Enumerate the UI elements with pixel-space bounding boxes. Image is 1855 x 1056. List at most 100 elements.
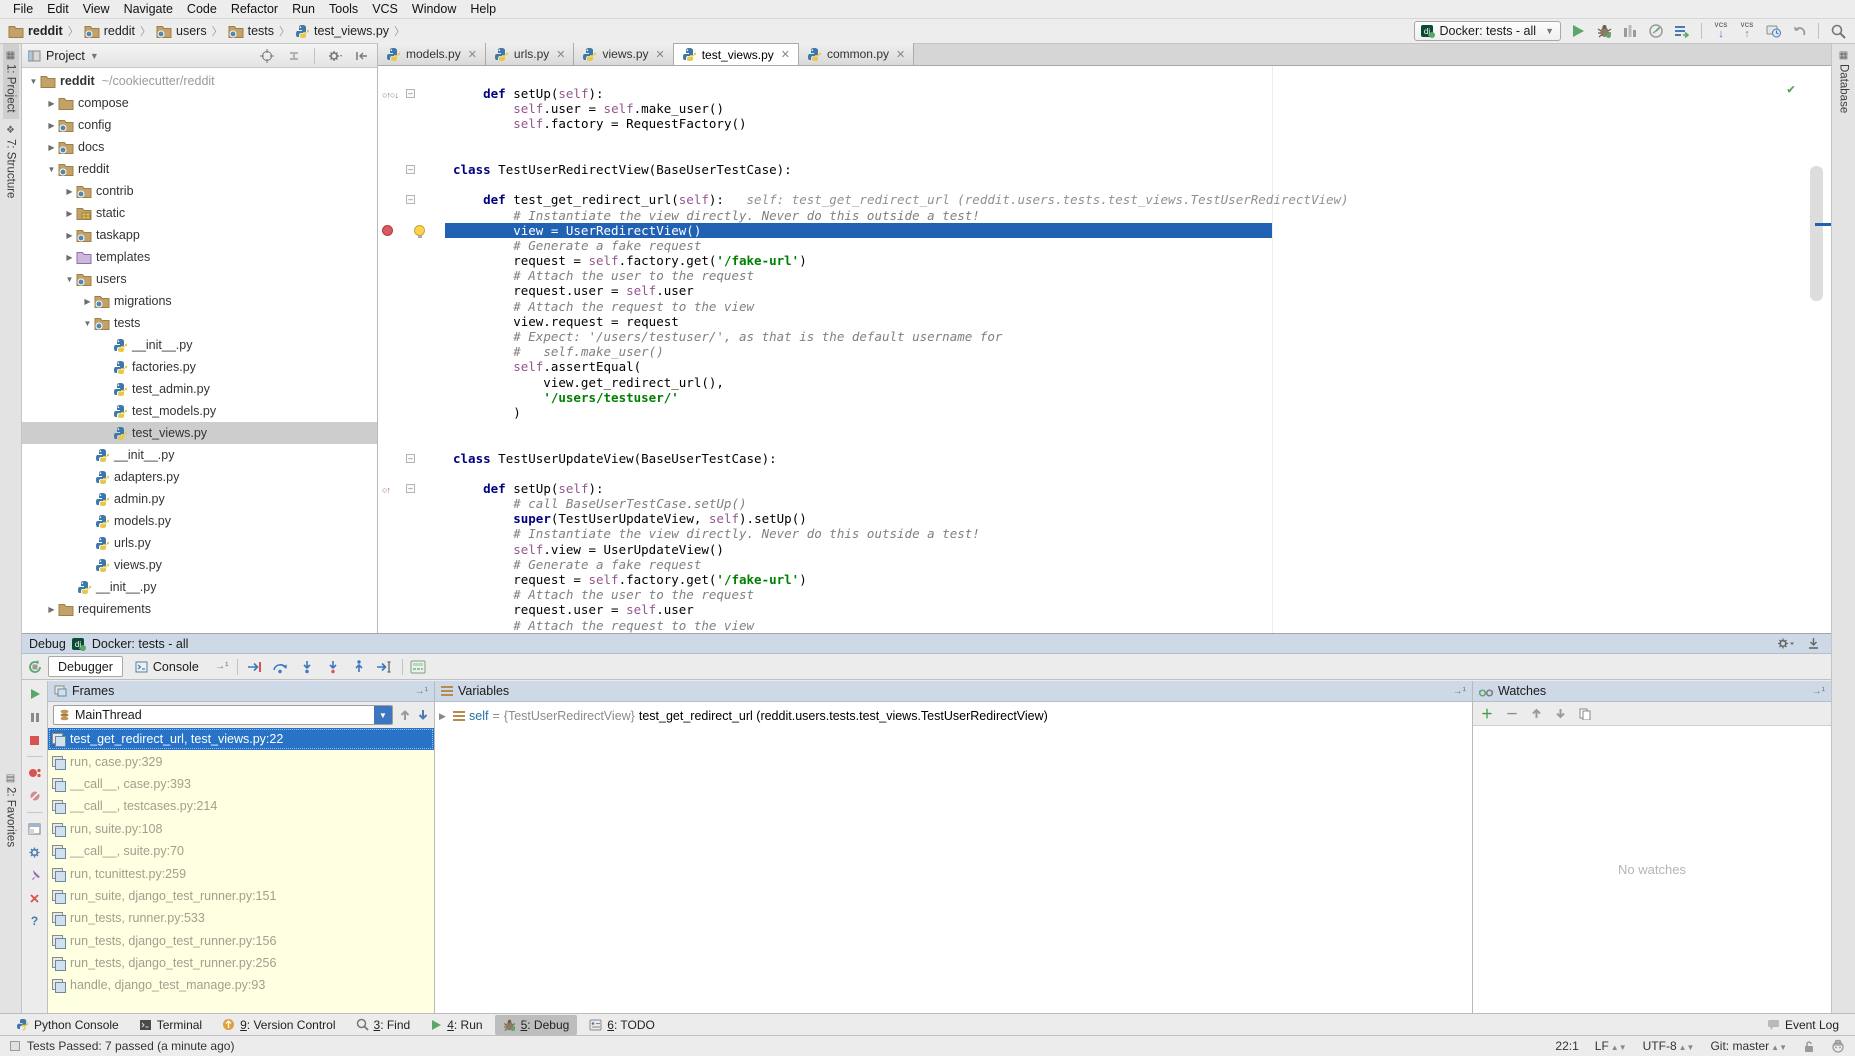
git-branch-select[interactable]: Git: master▲▼ — [1710, 1039, 1787, 1053]
tool-button-debug[interactable]: 5: Debug — [495, 1015, 578, 1035]
code-line[interactable]: self.factory = RequestFactory() — [378, 116, 1831, 131]
rerun-icon[interactable] — [26, 658, 44, 676]
code-line[interactable]: ○↑– def setUp(self): — [378, 481, 1831, 496]
code-line[interactable]: request.user = self.user — [378, 602, 1831, 617]
tree-item[interactable]: test_admin.py — [22, 378, 377, 400]
close-icon[interactable] — [27, 891, 43, 905]
editor-gutter[interactable] — [378, 132, 445, 147]
editor-gutter[interactable] — [378, 602, 445, 617]
editor-gutter[interactable] — [378, 496, 445, 511]
tool-button-version-control[interactable]: 9: Version Control — [214, 1015, 343, 1035]
step-out-icon[interactable] — [348, 658, 370, 676]
run-configuration-select[interactable]: dj Docker: tests - all ▼ — [1414, 21, 1561, 41]
editor-gutter[interactable] — [378, 147, 445, 162]
editor-gutter[interactable]: – — [378, 162, 445, 177]
code-line[interactable]: # Attach the user to the request — [378, 587, 1831, 602]
run-icon[interactable] — [1569, 22, 1587, 40]
tree-item[interactable]: admin.py — [22, 488, 377, 510]
stop-icon[interactable] — [27, 733, 43, 747]
vcs-update-icon[interactable]: VCS↓ — [1712, 22, 1730, 40]
hide-panel-icon[interactable] — [1807, 637, 1820, 650]
stripe-button-favorites[interactable]: ▤2: Favorites — [3, 767, 19, 853]
code-line[interactable] — [378, 435, 1831, 450]
menu-vcs[interactable]: VCS — [365, 2, 405, 16]
fold-marker-icon[interactable]: – — [406, 165, 415, 174]
code-line[interactable]: view.request = request — [378, 314, 1831, 329]
editor-gutter[interactable] — [378, 542, 445, 557]
event-log-button[interactable]: Event Log — [1759, 1015, 1847, 1035]
variable-row[interactable]: ▶self = {TestUserRedirectView} test_get_… — [439, 709, 1468, 723]
mute-breakpoints-icon[interactable] — [27, 789, 43, 803]
tool-button-todo[interactable]: 6: TODO — [581, 1015, 663, 1035]
collapsed-arrow-icon[interactable]: ▶ — [64, 187, 75, 196]
code-line[interactable] — [378, 147, 1831, 162]
tree-item[interactable]: ▶requirements — [22, 598, 377, 620]
move-watch-down-icon[interactable] — [1555, 708, 1566, 719]
stack-frame[interactable]: run, tcunittest.py:259 — [48, 862, 434, 884]
tree-item[interactable]: ▶contrib — [22, 180, 377, 202]
code-line[interactable]: # Expect: '/users/testuser/', as that is… — [378, 329, 1831, 344]
gear-icon[interactable] — [326, 47, 344, 65]
stack-frame[interactable]: __call__, testcases.py:214 — [48, 795, 434, 817]
code-line[interactable]: # Attach the request to the view — [378, 299, 1831, 314]
gear-icon[interactable] — [1777, 637, 1795, 650]
editor-gutter[interactable] — [378, 526, 445, 541]
expand-arrow-icon[interactable]: ▶ — [439, 711, 449, 722]
restore-layout-icon[interactable] — [27, 822, 43, 836]
fold-marker-icon[interactable]: – — [406, 89, 415, 98]
tree-item[interactable]: models.py — [22, 510, 377, 532]
editor-gutter[interactable]: ○↑○↓– — [378, 86, 445, 101]
collapsed-arrow-icon[interactable]: ▶ — [46, 99, 57, 108]
stack-frame[interactable]: run_tests, django_test_runner.py:156 — [48, 930, 434, 952]
editor-gutter[interactable] — [378, 253, 445, 268]
tree-item[interactable]: __init__.py — [22, 576, 377, 598]
close-tab-icon[interactable]: ✕ — [896, 48, 905, 61]
code-line[interactable]: # Generate a fake request — [378, 238, 1831, 253]
rollback-icon[interactable] — [1790, 22, 1808, 40]
move-watch-up-icon[interactable] — [1531, 708, 1542, 719]
tree-item[interactable]: ▼reddit — [22, 158, 377, 180]
tree-item[interactable]: factories.py — [22, 356, 377, 378]
menu-help[interactable]: Help — [463, 2, 503, 16]
code-line[interactable]: view.get_redirect_url(), — [378, 375, 1831, 390]
stack-frame[interactable]: run_tests, runner.py:533 — [48, 907, 434, 929]
tree-item[interactable]: adapters.py — [22, 466, 377, 488]
stack-frame[interactable]: run_suite, django_test_runner.py:151 — [48, 885, 434, 907]
show-execution-point-icon[interactable] — [244, 658, 266, 676]
editor-gutter[interactable] — [378, 238, 445, 253]
debug-icon[interactable] — [1595, 22, 1613, 40]
breadcrumb-item[interactable]: tests — [228, 24, 274, 38]
intention-bulb-icon[interactable] — [414, 225, 425, 236]
menu-code[interactable]: Code — [180, 2, 224, 16]
menu-edit[interactable]: Edit — [40, 2, 76, 16]
tree-item[interactable]: ▶migrations — [22, 290, 377, 312]
code-line[interactable]: request.user = self.user — [378, 283, 1831, 298]
fold-marker-icon[interactable]: – — [406, 195, 415, 204]
add-watch-icon[interactable]: ＋ — [1481, 705, 1493, 722]
tree-item[interactable]: ▶templates — [22, 246, 377, 268]
stack-frame[interactable]: __call__, case.py:393 — [48, 773, 434, 795]
evaluate-expression-icon[interactable] — [409, 658, 427, 676]
breadcrumb-item[interactable]: test_views.py — [295, 24, 389, 39]
debug-tab-debugger[interactable]: Debugger — [48, 656, 123, 677]
editor-gutter[interactable]: – — [378, 192, 445, 207]
collapsed-arrow-icon[interactable]: ▶ — [46, 605, 57, 614]
editor-gutter[interactable] — [378, 177, 445, 192]
expanded-arrow-icon[interactable]: ▼ — [46, 165, 57, 174]
editor-gutter[interactable] — [378, 314, 445, 329]
code-line[interactable]: ) — [378, 405, 1831, 420]
locate-file-icon[interactable] — [258, 47, 276, 65]
stripe-button-structure[interactable]: ❖7: Structure — [3, 119, 19, 204]
step-over-icon[interactable] — [270, 658, 292, 676]
editor-gutter[interactable] — [378, 299, 445, 314]
editor-gutter[interactable] — [378, 283, 445, 298]
code-line[interactable]: super(TestUserUpdateView, self).setUp() — [378, 511, 1831, 526]
stripe-button-project[interactable]: ▦1: Project — [3, 44, 19, 119]
history-icon[interactable] — [1764, 22, 1782, 40]
editor-gutter[interactable]: – — [378, 451, 445, 466]
editor-gutter[interactable] — [378, 390, 445, 405]
collapsed-arrow-icon[interactable]: ▶ — [46, 121, 57, 130]
tool-button-find[interactable]: 3: Find — [348, 1015, 419, 1035]
line-separator-select[interactable]: LF▲▼ — [1595, 1039, 1627, 1053]
editor-gutter[interactable] — [378, 420, 445, 435]
